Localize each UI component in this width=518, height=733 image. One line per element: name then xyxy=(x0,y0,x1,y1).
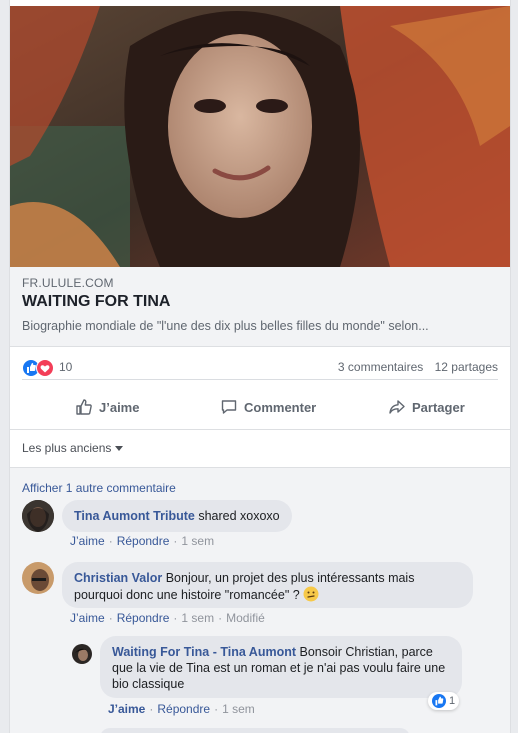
comment-time[interactable]: 1 sem xyxy=(181,534,214,548)
link-title: WAITING FOR TINA xyxy=(22,293,171,310)
avatar[interactable] xyxy=(22,562,54,594)
like-button[interactable]: J’aime xyxy=(75,393,139,421)
avatar[interactable] xyxy=(22,500,54,532)
comment-edited[interactable]: Modifié xyxy=(226,611,265,625)
link-domain: FR.ULULE.COM xyxy=(22,276,114,290)
comment-time[interactable]: 1 sem xyxy=(181,611,214,625)
shares-count[interactable]: 12 partages xyxy=(435,360,498,374)
caret-down-icon xyxy=(115,446,124,452)
comment-like-link[interactable]: J’aime xyxy=(70,611,105,625)
reaction-count[interactable]: 10 xyxy=(59,360,72,374)
comment-reply-link[interactable]: Répondre xyxy=(117,611,170,625)
comment-text: shared xoxoxo xyxy=(194,509,280,523)
divider xyxy=(10,467,510,468)
comment-author[interactable]: Christian Valor xyxy=(74,571,162,585)
link-preview[interactable]: FR.ULULE.COM WAITING FOR TINA Biographie… xyxy=(10,267,510,347)
comments-count[interactable]: 3 commentaires xyxy=(338,360,423,374)
comment-author[interactable]: Waiting For Tina - Tina Aumont xyxy=(112,645,296,659)
thumbs-up-icon xyxy=(76,399,92,415)
comment-time[interactable]: 1 sem xyxy=(222,702,255,716)
comment-bubble: Tina Aumont Tribute shared xoxoxo xyxy=(62,500,292,532)
link-preview-image[interactable] xyxy=(10,6,510,267)
comment-reply-link[interactable]: Répondre xyxy=(117,534,170,548)
sort-label: Les plus anciens xyxy=(22,441,112,455)
post-card: FR.ULULE.COM WAITING FOR TINA Biographie… xyxy=(9,0,511,733)
share-label: Partager xyxy=(412,399,465,415)
comment-label: Commenter xyxy=(244,399,317,415)
share-icon xyxy=(389,400,405,414)
show-more-comments-link[interactable]: Afficher 1 autre commentaire xyxy=(22,481,176,495)
like-reaction-icon xyxy=(432,694,446,708)
comment-reaction-count[interactable]: 1 xyxy=(428,692,460,710)
comment-bubble: Christian Valor Bonjour, un projet des p… xyxy=(62,562,473,608)
comment-like-link[interactable]: J’aime xyxy=(108,702,145,716)
comment-sort-dropdown[interactable]: Les plus anciens xyxy=(22,441,124,455)
share-button[interactable]: Partager xyxy=(388,393,465,421)
portrait-photo xyxy=(10,6,510,267)
post-stats: 10 3 commentaires 12 partages xyxy=(22,355,498,380)
link-description: Biographie mondiale de "l'une des dix pl… xyxy=(22,319,429,333)
like-label: J’aime xyxy=(99,399,140,415)
love-reaction-icon[interactable] xyxy=(36,359,54,377)
comment-meta: J’aime · Répondre · 1 sem xyxy=(108,702,255,716)
divider xyxy=(10,429,510,430)
comment-author[interactable]: Tina Aumont Tribute xyxy=(74,509,195,523)
comment-button[interactable]: Commenter xyxy=(220,393,316,421)
comment-meta: J’aime · Répondre · 1 sem · Modifié xyxy=(70,611,265,625)
avatar[interactable] xyxy=(72,644,92,664)
comment-like-link[interactable]: J’aime xyxy=(70,534,105,548)
reply-bubble: Waiting For Tina - Tina Aumont Bonsoir C… xyxy=(100,636,462,698)
reaction-count: 1 xyxy=(449,695,456,707)
post-actions: J’aime Commenter Partager xyxy=(22,393,498,421)
comment-bubble-partial xyxy=(100,728,410,733)
comment-icon xyxy=(221,400,237,414)
comment-meta: J’aime · Répondre · 1 sem xyxy=(70,534,215,548)
comment-reply-link[interactable]: Répondre xyxy=(157,702,210,716)
confused-emoji-icon xyxy=(303,586,319,602)
